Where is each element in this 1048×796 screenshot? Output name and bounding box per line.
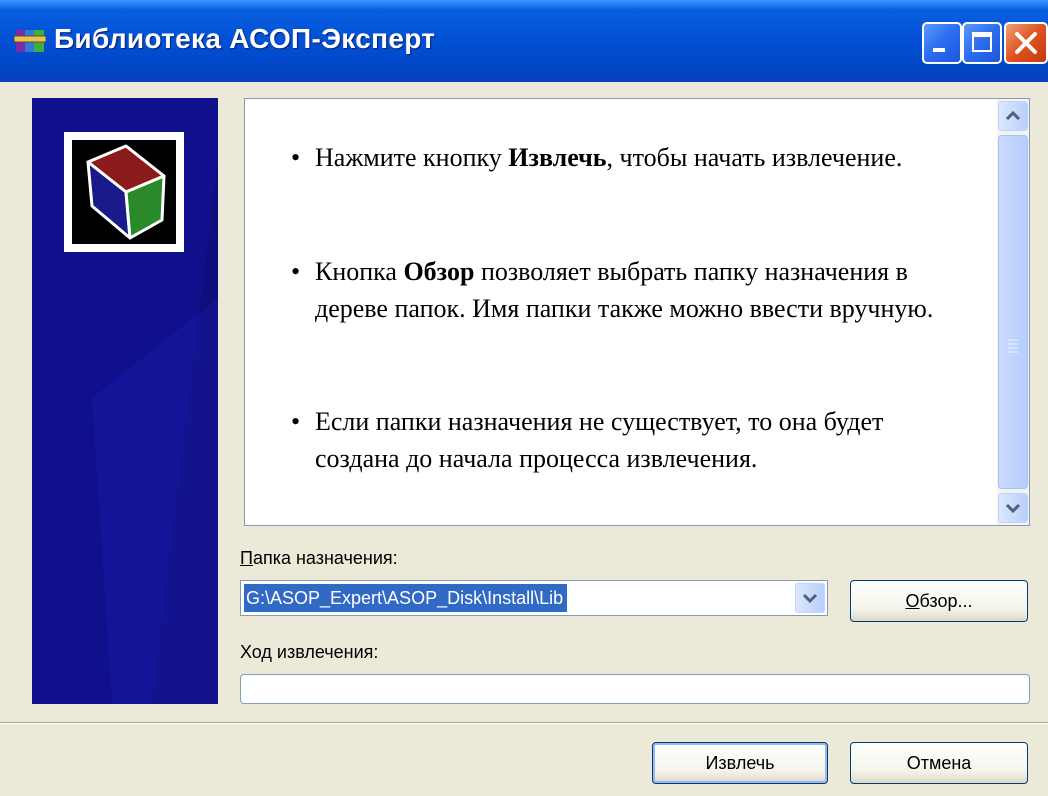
chevron-up-icon <box>1005 110 1021 121</box>
browse-button[interactable]: Обзор... <box>850 580 1028 622</box>
cancel-button[interactable]: Отмена <box>850 742 1028 784</box>
chevron-down-icon <box>802 593 818 604</box>
progress-label: Ход извлечения: <box>240 642 379 662</box>
instruction-item: • Нажмите кнопку Извлечь, чтобы начать и… <box>291 139 965 176</box>
archive-box-icon <box>86 144 166 240</box>
instruction-item: • Кнопка Обзор позволяет выбрать папку н… <box>291 253 965 327</box>
window-title: Библиотека АСОП-Эксперт <box>54 23 436 54</box>
bullet-icon: • <box>291 257 301 286</box>
destination-label: Папка назначения: <box>240 548 398 568</box>
destination-combobox[interactable]: G:\ASOP_Expert\ASOP_Disk\Install\Lib <box>240 580 828 616</box>
separator <box>0 722 1048 724</box>
close-button[interactable] <box>1004 22 1048 64</box>
bullet-icon: • <box>291 143 301 172</box>
destination-path-value[interactable]: G:\ASOP_Expert\ASOP_Disk\Install\Lib <box>244 584 568 612</box>
title-bar[interactable]: Библиотека АСОП-Эксперт <box>0 0 1048 82</box>
bullet-icon: • <box>291 407 301 436</box>
instruction-item: • Если папки назначения не существует, т… <box>291 403 965 477</box>
minimize-icon <box>933 48 945 52</box>
maximize-icon <box>972 32 992 52</box>
instructions-panel[interactable]: • Нажмите кнопку Извлечь, чтобы начать и… <box>244 98 1030 526</box>
chevron-down-icon <box>1005 503 1021 514</box>
scroll-up-button[interactable] <box>998 101 1028 131</box>
scroll-thumb[interactable] <box>998 135 1028 489</box>
vertical-scrollbar[interactable] <box>997 99 1029 525</box>
close-icon <box>1015 32 1037 54</box>
minimize-button[interactable] <box>922 22 962 64</box>
archive-logo <box>64 132 184 252</box>
extraction-progress-bar <box>240 674 1030 704</box>
grip-icon <box>1008 339 1018 353</box>
side-banner <box>32 98 218 704</box>
dropdown-button[interactable] <box>795 583 825 613</box>
maximize-button[interactable] <box>962 22 1002 64</box>
scroll-down-button[interactable] <box>998 493 1028 523</box>
winrar-archive-icon <box>13 26 47 56</box>
extract-button[interactable]: Извлечь <box>652 742 828 784</box>
